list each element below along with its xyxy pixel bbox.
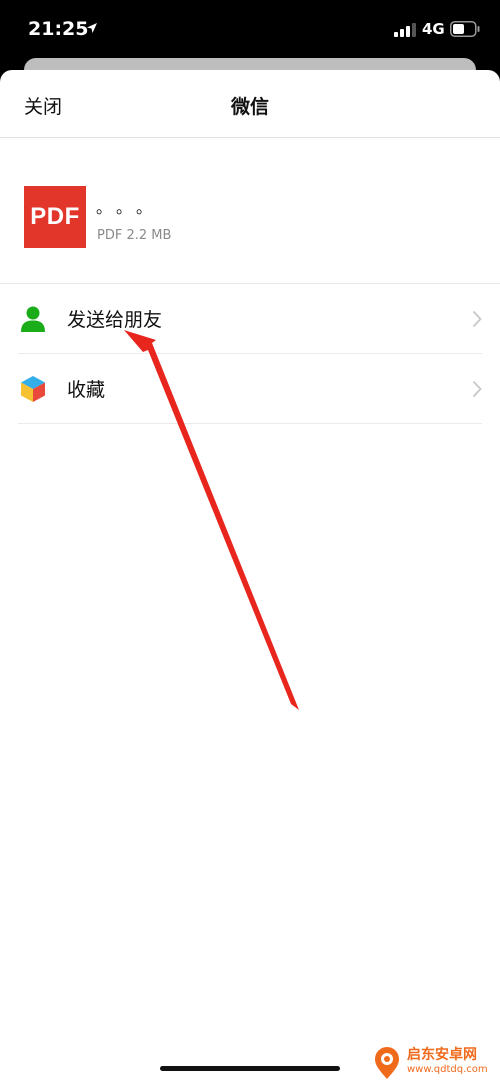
- favorite-row[interactable]: 收藏: [18, 354, 482, 424]
- watermark: 启东安卓网 www.qdtdq.com: [372, 1044, 500, 1083]
- favorite-label: 收藏: [67, 379, 106, 401]
- home-indicator: [160, 1066, 340, 1071]
- watermark-title: 启东安卓网: [407, 1047, 477, 1063]
- pdf-file-icon: PDF: [24, 186, 86, 248]
- nav-bar: 关闭 微信: [0, 70, 500, 138]
- status-bar: 21:25 4G: [0, 0, 500, 60]
- location-arrow-icon: [87, 23, 97, 33]
- file-info: PDF 。。。 PDF 2.2 MB: [0, 138, 500, 284]
- file-name: 。。。: [96, 198, 165, 217]
- page-title: 微信: [230, 96, 269, 118]
- chevron-right-icon: [472, 310, 482, 328]
- send-to-friend-row[interactable]: 发送给朋友: [18, 284, 482, 354]
- network-type: 4G: [422, 20, 445, 38]
- status-time: 21:25: [28, 18, 89, 40]
- file-meta: PDF 2.2 MB: [97, 228, 172, 243]
- send-to-friend-label: 发送给朋友: [67, 309, 163, 331]
- chevron-right-icon: [472, 380, 482, 398]
- signal-bars-icon: [394, 23, 416, 37]
- share-sheet: 关闭 微信 PDF 。。。 PDF 2.2 MB 发送给朋友 收藏: [0, 70, 500, 1083]
- cube-icon: [21, 376, 45, 402]
- watermark-logo-icon: [375, 1047, 399, 1079]
- watermark-url: www.qdtdq.com: [407, 1064, 488, 1075]
- person-icon: [21, 306, 45, 332]
- battery-icon: [450, 21, 480, 37]
